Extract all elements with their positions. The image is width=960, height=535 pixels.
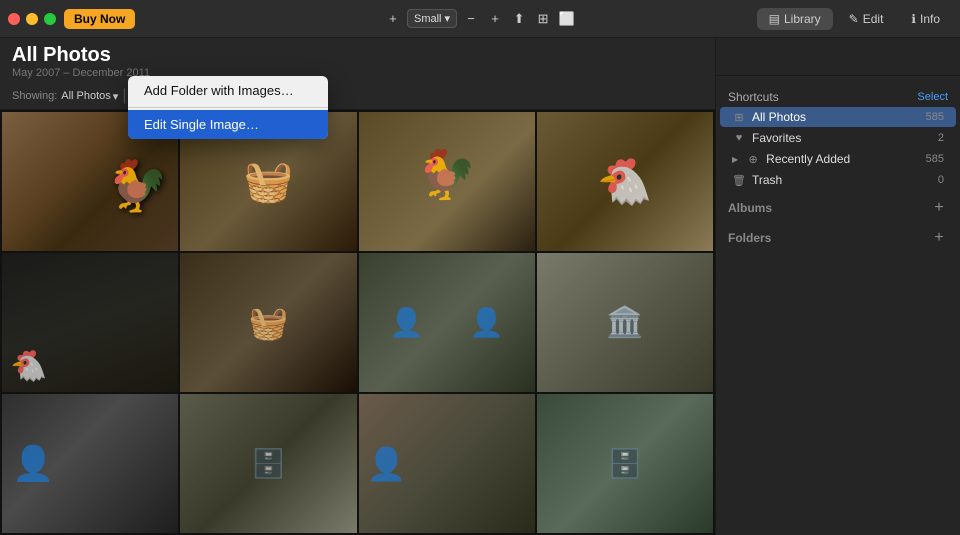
folders-title: Folders — [728, 231, 771, 245]
library-icon: ▤ — [769, 12, 780, 26]
photo-cell-7[interactable]: 👤 👤 — [359, 253, 535, 392]
albums-section-header: Albums + — [716, 191, 960, 221]
zoom-in-button[interactable]: + — [485, 9, 505, 29]
showing-label: Showing: — [12, 90, 57, 102]
size-selector[interactable]: Small ▾ — [407, 9, 457, 28]
shortcuts-title: Shortcuts — [728, 90, 779, 104]
grid-view-button[interactable]: ⊞ — [533, 9, 553, 29]
photo-cell-8[interactable]: 🏛️ — [537, 253, 713, 392]
trash-icon: 🗑 — [732, 174, 746, 187]
buy-now-button[interactable]: Buy Now — [64, 9, 135, 29]
info-tab[interactable]: ℹ Info — [899, 8, 952, 30]
folders-section-header: Folders + — [716, 221, 960, 251]
photo-cell-4[interactable]: 🐔 — [537, 112, 713, 251]
showing-value: All Photos — [61, 90, 111, 102]
shortcuts-select-button[interactable]: Select — [917, 91, 948, 103]
titlebar-center-controls: + Small ▾ − + ⬆ ⊞ ⬜ — [383, 9, 577, 29]
dropdown-edit-image[interactable]: Edit Single Image… — [128, 110, 328, 139]
sidebar-item-recently-added[interactable]: ▶ ⊕ Recently Added 585 — [720, 149, 956, 169]
recently-added-label: Recently Added — [766, 152, 919, 166]
showing-filter-button[interactable]: All Photos ▾ — [61, 90, 118, 103]
trash-label: Trash — [752, 173, 932, 187]
shortcuts-header: Shortcuts Select — [716, 84, 960, 106]
favorites-label: Favorites — [752, 131, 932, 145]
photo-grid: 🐓 🧺 🐓 — [0, 110, 715, 535]
traffic-lights — [8, 13, 56, 25]
size-label: Small — [414, 13, 442, 25]
sidebar-item-favorites[interactable]: ♥ Favorites 2 — [720, 128, 956, 148]
titlebar: Buy Now + Small ▾ − + ⬆ ⊞ ⬜ ▤ Library ✎ … — [0, 0, 960, 38]
add-tab-button[interactable]: + — [383, 9, 403, 29]
chevron-right-icon: ▶ — [732, 155, 738, 164]
photo-cell-10[interactable]: 🗄️ — [180, 394, 356, 533]
photo-cell-11[interactable]: 👤 — [359, 394, 535, 533]
page-date-range: May 2007 – December 2011 — [0, 67, 715, 83]
sidebar-item-trash[interactable]: 🗑 Trash 0 — [720, 170, 956, 190]
maximize-button[interactable] — [44, 13, 56, 25]
photo-cell-6[interactable]: 🧺 — [180, 253, 356, 392]
sidebar-content: Shortcuts Select ⊞ All Photos 585 ♥ Favo… — [716, 76, 960, 535]
title-area: All Photos May 2007 – December 2011 — [0, 38, 715, 83]
chevron-down-icon: ▾ — [444, 12, 450, 25]
library-tab[interactable]: ▤ Library — [757, 8, 833, 30]
titlebar-right: ▤ Library ✎ Edit ℹ Info — [757, 8, 952, 30]
photo-cell-3[interactable]: 🐓 — [359, 112, 535, 251]
trash-count: 0 — [938, 174, 944, 186]
recently-added-count: 585 — [926, 153, 944, 165]
sidebar-item-all-photos[interactable]: ⊞ All Photos 585 — [720, 107, 956, 127]
minimize-button[interactable] — [26, 13, 38, 25]
main-content: All Photos May 2007 – December 2011 Show… — [0, 38, 960, 535]
dropdown-add-folder[interactable]: Add Folder with Images… — [128, 76, 328, 105]
photo-cell-12[interactable]: 🗄️ — [537, 394, 713, 533]
all-photos-count: 585 — [926, 111, 944, 123]
photo-cell-5[interactable]: 🐔 — [2, 253, 178, 392]
share-button[interactable]: ⬆ — [509, 9, 529, 29]
grid-icon: ⊞ — [732, 111, 746, 124]
sidebar-header — [716, 38, 960, 76]
edit-icon: ✎ — [849, 12, 859, 26]
albums-title: Albums — [728, 201, 772, 215]
dropdown-separator — [128, 107, 328, 108]
dropdown-menu: Add Folder with Images… Edit Single Imag… — [128, 76, 328, 139]
add-album-button[interactable]: + — [930, 199, 948, 217]
info-icon: ℹ — [911, 12, 916, 26]
sidebar: Shortcuts Select ⊞ All Photos 585 ♥ Favo… — [715, 38, 960, 535]
zoom-out-button[interactable]: − — [461, 9, 481, 29]
toolbar-row: Showing: All Photos ▾ | By Capture Time … — [0, 83, 715, 110]
clock-icon: ⊕ — [746, 153, 760, 166]
close-button[interactable] — [8, 13, 20, 25]
photo-cell-9[interactable]: 👤 — [2, 394, 178, 533]
fullscreen-button[interactable]: ⬜ — [557, 9, 577, 29]
photo-area: All Photos May 2007 – December 2011 Show… — [0, 38, 715, 535]
heart-icon: ♥ — [732, 132, 746, 144]
all-photos-label: All Photos — [752, 110, 920, 124]
favorites-count: 2 — [938, 132, 944, 144]
chevron-down-icon: ▾ — [113, 90, 119, 103]
page-title: All Photos — [0, 40, 715, 67]
add-folder-button[interactable]: + — [930, 229, 948, 247]
edit-tab[interactable]: ✎ Edit — [837, 8, 896, 30]
